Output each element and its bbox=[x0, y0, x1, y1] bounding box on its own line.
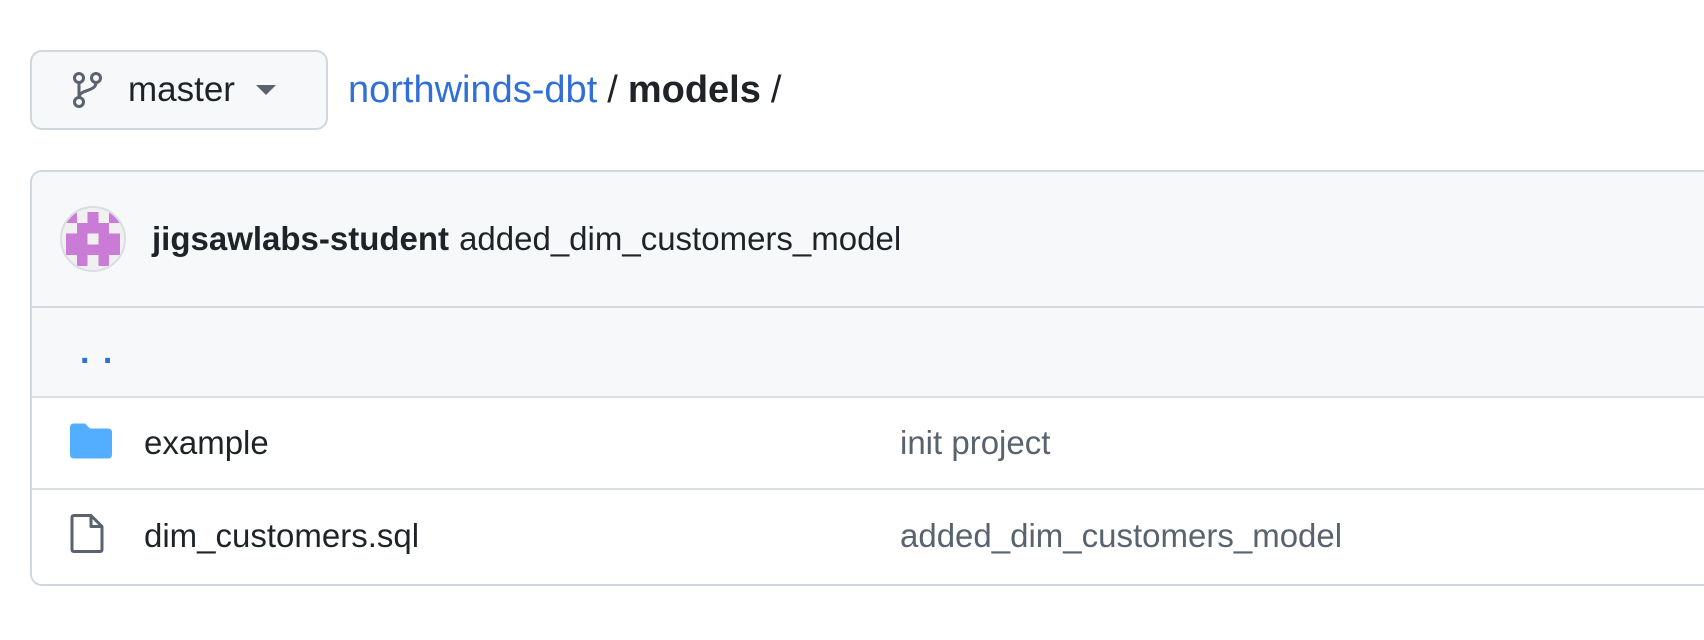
repo-nav-bar: master northwinds-dbt / models / bbox=[30, 50, 791, 130]
breadcrumb: northwinds-dbt / models / bbox=[348, 69, 791, 112]
file-row[interactable]: example init project bbox=[32, 398, 1704, 490]
branch-name: master bbox=[128, 70, 235, 109]
identicon-avatar[interactable] bbox=[60, 206, 126, 272]
breadcrumb-separator: / bbox=[607, 68, 618, 111]
folder-icon bbox=[70, 423, 112, 464]
commit-message-link[interactable]: added_dim_customers_model bbox=[459, 220, 901, 258]
file-name-link[interactable]: example bbox=[144, 424, 269, 462]
git-branch-icon bbox=[72, 72, 102, 108]
breadcrumb-trailing-separator: / bbox=[770, 68, 782, 111]
parent-directory-row[interactable]: . . bbox=[32, 308, 1704, 398]
breadcrumb-current-dir: models bbox=[627, 68, 761, 111]
latest-commit-bar: jigsawlabs-student added_dim_customers_m… bbox=[32, 172, 1704, 308]
file-name-link[interactable]: dim_customers.sql bbox=[144, 517, 419, 555]
commit-author-link[interactable]: jigsawlabs-student bbox=[152, 220, 449, 258]
breadcrumb-repo-link[interactable]: northwinds-dbt bbox=[348, 69, 597, 112]
file-row[interactable]: dim_customers.sql added_dim_customers_mo… bbox=[32, 490, 1704, 582]
triangle-down-icon bbox=[255, 84, 277, 96]
parent-directory-link[interactable]: . . bbox=[80, 333, 114, 372]
branch-selector-button[interactable]: master bbox=[30, 50, 328, 130]
file-browser: jigsawlabs-student added_dim_customers_m… bbox=[30, 170, 1704, 586]
file-icon bbox=[70, 514, 104, 559]
file-commit-message-link[interactable]: added_dim_customers_model bbox=[900, 517, 1342, 555]
file-commit-message-link[interactable]: init project bbox=[900, 424, 1050, 462]
